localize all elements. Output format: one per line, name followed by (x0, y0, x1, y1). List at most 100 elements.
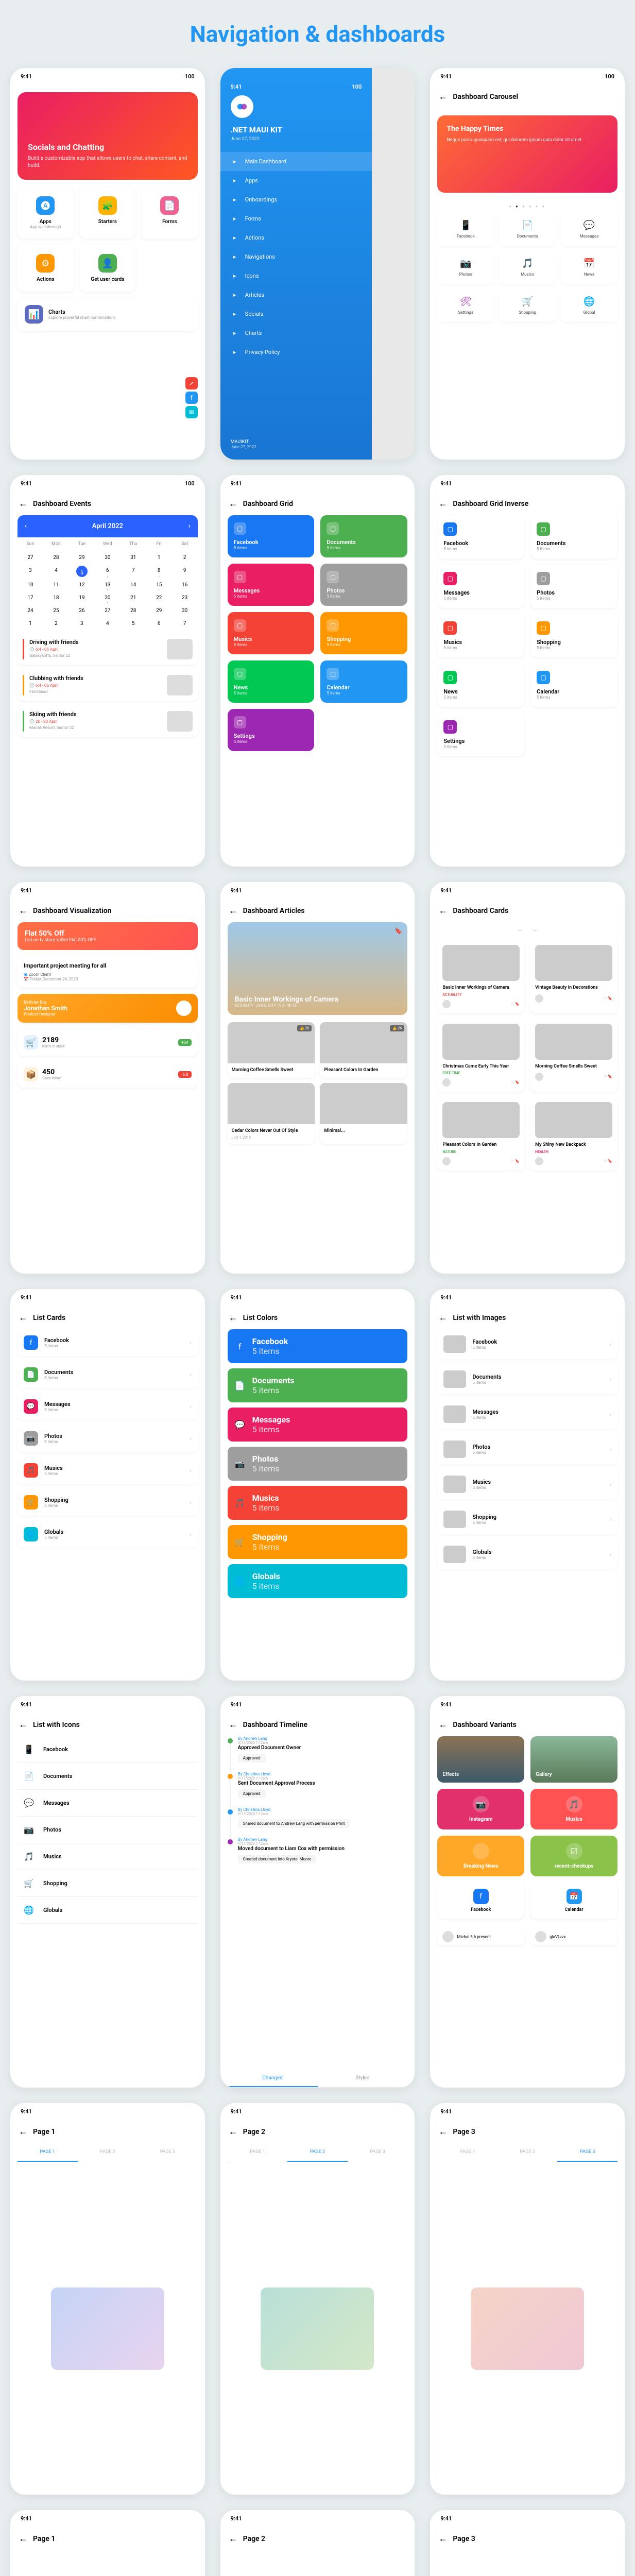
tab[interactable]: PAGE 2 (287, 2143, 348, 2162)
drawer-item[interactable]: ▸Icons (220, 266, 372, 285)
tab[interactable]: PAGE 2 (78, 2143, 138, 2162)
article-card[interactable]: Minimal... (320, 1083, 407, 1144)
grid-tile[interactable]: ▢Calendar5 items (320, 660, 407, 703)
back-icon[interactable]: ← (229, 1719, 238, 1730)
cal-day[interactable]: 14 (121, 580, 146, 590)
list-item[interactable]: fFacebook5 items› (18, 1329, 198, 1356)
dash-card[interactable]: Morning Coffee Smells Sweet♡ 🔖 (530, 1019, 617, 1092)
cal-day[interactable]: 6 (95, 566, 121, 577)
grid-tile[interactable]: ▢Documents5 items (530, 515, 617, 558)
carousel-card[interactable]: The Happy Times Neque porro quisquam est… (437, 115, 617, 193)
grid-tile[interactable]: ▢Calendar5 items (530, 664, 617, 707)
back-icon[interactable]: ← (19, 905, 28, 916)
stat-card[interactable]: 🛒2189Items in stock+54 (18, 1029, 198, 1056)
back-icon[interactable]: ← (438, 905, 448, 916)
charts-tile[interactable]: 📊 ChartsExplore powerful chart combinati… (18, 298, 198, 331)
grid-tile[interactable]: ▢Settings5 items (437, 713, 524, 756)
grid-tile[interactable]: ▢News5 items (228, 660, 315, 703)
tab[interactable]: PAGE 3 (557, 2143, 617, 2162)
back-icon[interactable]: ← (438, 498, 448, 509)
timeline-badge[interactable]: Approved (238, 1754, 266, 1762)
dash-tile[interactable]: 📄Forms (142, 187, 198, 239)
tab[interactable]: PAGE 3 (138, 2143, 198, 2162)
timeline-badge[interactable]: Shared document to Andrew Lang with perm… (238, 1819, 350, 1828)
bookmark-icon[interactable]: 🔖 (394, 927, 402, 935)
list-item[interactable]: 🌐Globals5 items› (18, 1521, 198, 1548)
cal-day[interactable]: 27 (18, 553, 43, 563)
grid-tile[interactable]: ▢Photos5 items (320, 564, 407, 606)
back-icon[interactable]: ← (229, 1312, 238, 1323)
dash-tile[interactable]: 🅐AppsApp walkthrough (18, 187, 74, 239)
variant-color[interactable]: ☑recent-checkups (530, 1836, 617, 1876)
cal-prev[interactable]: ‹ (25, 522, 27, 530)
back-icon[interactable]: ← (19, 1312, 28, 1323)
grid-tile[interactable]: ▢News5 items (437, 664, 524, 707)
grid-tile[interactable]: ▢Settings5 items (228, 709, 315, 751)
variant-color[interactable]: 📷Instagram (437, 1789, 524, 1829)
event-card[interactable]: Driving with friends🕐 6:4 - 06 AprilGala… (18, 634, 198, 665)
cal-day[interactable]: 7 (172, 619, 198, 629)
drawer-item[interactable]: ▸Charts (220, 324, 372, 343)
tab[interactable]: PAGE 3 (348, 2143, 408, 2162)
grid-tile[interactable]: ▢Messages5 items (437, 565, 524, 608)
grid-tile[interactable]: ▢Musics5 items (437, 614, 524, 657)
hero-card[interactable]: Socials and Chatting Build a customizabl… (18, 92, 198, 180)
dash-card[interactable]: Basic Inner Workings of CameraACTUALITY♡… (437, 940, 525, 1013)
cal-day[interactable]: 29 (146, 606, 172, 616)
tab[interactable]: PAGE 1 (18, 2143, 78, 2162)
drawer-item[interactable]: ▸Socials (220, 304, 372, 324)
cal-day[interactable]: 9 (172, 566, 198, 577)
back-icon[interactable]: ← (438, 2533, 448, 2544)
cal-day[interactable]: 4 (43, 566, 69, 577)
list-item[interactable]: 📷Photos5 items (228, 1447, 408, 1481)
drawer-item[interactable]: ▸Apps (220, 171, 372, 190)
drawer-item[interactable]: ▸Privacy Policy (220, 343, 372, 362)
cal-day[interactable]: 1 (18, 619, 43, 629)
cal-day[interactable]: 28 (121, 606, 146, 616)
drawer-item[interactable]: ▸Forms (220, 209, 372, 228)
tab[interactable]: PAGE 1 (228, 2143, 288, 2162)
list-item[interactable]: 📷Photos5 items› (18, 1425, 198, 1452)
tab[interactable]: PAGE 1 (437, 2143, 497, 2162)
cal-day[interactable]: 19 (69, 593, 95, 603)
grid-tile[interactable]: ▢Facebook5 items (437, 515, 524, 558)
dash-card[interactable]: Vintage Beauty In Decorations♡ 🔖 (530, 940, 617, 1013)
tab-changed[interactable]: Changed (228, 2070, 318, 2087)
stat-card[interactable]: 📦450Sales today-6.8 (18, 1061, 198, 1088)
dash-card[interactable]: Christmas Came Early This YearFREE TIME♡… (437, 1019, 525, 1092)
carousel-tile[interactable]: 📱Facebook (437, 213, 494, 246)
list-item[interactable]: Documents5 items› (437, 1364, 617, 1394)
cal-day[interactable]: 13 (95, 580, 121, 590)
dash-tile[interactable]: ⚙Actions (18, 245, 74, 292)
list-item[interactable]: 📄Documents5 items (228, 1368, 408, 1402)
event-card[interactable]: Clubbing with friends🕐 6:4 - 06 AprilFar… (18, 670, 198, 701)
cal-day[interactable]: 5 (76, 566, 88, 577)
list-item[interactable]: Globals5 items› (437, 1539, 617, 1569)
meeting-card[interactable]: Important project meeting for all ▣ Zoom… (18, 956, 198, 988)
timeline-badge[interactable]: Created document into Krystal Moore (238, 1855, 317, 1863)
cal-day[interactable]: 24 (18, 606, 43, 616)
list-item[interactable]: 🌐Globals (18, 1897, 198, 1924)
back-icon[interactable]: ← (19, 498, 28, 509)
cal-day[interactable]: 30 (95, 553, 121, 563)
share-icon[interactable]: f (185, 392, 198, 404)
list-item[interactable]: 🎵Musics (18, 1843, 198, 1870)
dash-tile[interactable]: 👤Get user cards (80, 245, 136, 292)
cal-day[interactable]: 2 (172, 553, 198, 563)
cal-day[interactable]: 30 (172, 606, 198, 616)
list-item[interactable]: 💬Messages (18, 1790, 198, 1817)
cal-day[interactable]: 7 (121, 566, 146, 577)
variant-photo[interactable]: Effects (437, 1736, 524, 1783)
promo-card[interactable]: Flat 50% OffList on tv store.\nGet Flat … (18, 922, 198, 950)
back-icon[interactable]: ← (438, 1312, 448, 1323)
back-icon[interactable]: ← (438, 91, 448, 102)
back-icon[interactable]: ← (229, 498, 238, 509)
share-icon[interactable]: ✉ (185, 406, 198, 418)
cal-day[interactable]: 6 (146, 619, 172, 629)
cal-day[interactable]: 25 (43, 606, 69, 616)
list-item[interactable]: Messages5 items› (437, 1399, 617, 1429)
drawer-item[interactable]: ▸Articles (220, 285, 372, 304)
list-item[interactable]: Shopping5 items› (437, 1504, 617, 1534)
list-item[interactable]: 🎵Musics5 items (228, 1486, 408, 1520)
cal-day[interactable]: 4 (95, 619, 121, 629)
